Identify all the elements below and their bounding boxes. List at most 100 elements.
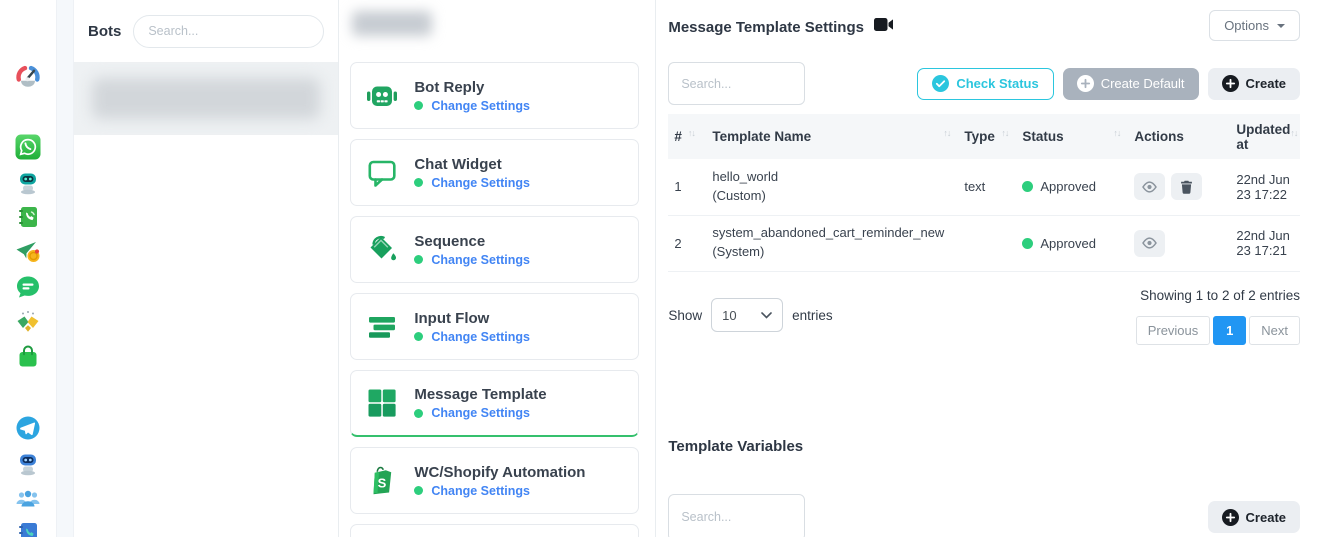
shopping-bag-icon[interactable] xyxy=(15,344,41,370)
create-default-label: Create Default xyxy=(1101,76,1185,91)
redacted-bot-name xyxy=(92,78,320,119)
bots-panel: Bots xyxy=(74,0,339,537)
card-input-flow[interactable]: Input Flow Change Settings xyxy=(350,293,639,360)
sort-icon[interactable]: ↑↓ xyxy=(1001,129,1008,138)
change-settings-link[interactable]: Change Settings xyxy=(431,406,530,420)
table-row: 1 hello_world(Custom) text Approved 22nd… xyxy=(668,159,1300,215)
whatsapp-icon[interactable] xyxy=(15,134,41,160)
table-header-row: #↑↓ Template Name↑↓ Type↑↓ Status↑↓ Acti… xyxy=(668,114,1300,159)
video-camera-icon[interactable] xyxy=(874,18,893,36)
col-status: Status xyxy=(1022,129,1063,144)
sort-icon[interactable]: ↑↓ xyxy=(1290,129,1297,138)
template-variant: (Custom) xyxy=(712,187,950,206)
show-label: Show xyxy=(668,308,702,323)
sort-icon[interactable]: ↑↓ xyxy=(688,129,695,138)
next-page-button[interactable]: Next xyxy=(1249,316,1300,345)
check-status-button[interactable]: Check Status xyxy=(917,68,1053,100)
status-dot xyxy=(414,409,423,418)
settings-card-list: Bot Reply Change Settings Chat Widget Ch… xyxy=(350,62,639,537)
create-button[interactable]: Create xyxy=(1208,68,1300,100)
template-search-input[interactable] xyxy=(668,62,805,105)
change-settings-link[interactable]: Change Settings xyxy=(431,253,530,267)
row-number: 1 xyxy=(668,159,706,215)
view-button[interactable] xyxy=(1134,230,1165,257)
status-dot xyxy=(414,332,423,341)
sort-icon[interactable]: ↑↓ xyxy=(943,129,950,138)
bots-panel-title: Bots xyxy=(88,23,121,40)
col-number: # xyxy=(674,129,682,144)
view-button[interactable] xyxy=(1134,173,1165,200)
options-button[interactable]: Options xyxy=(1209,10,1300,41)
table-row: 2 system_abandoned_cart_reminder_new(Sys… xyxy=(668,215,1300,271)
settings-panel: Bot Reply Change Settings Chat Widget Ch… xyxy=(339,0,656,537)
change-settings-link[interactable]: Change Settings xyxy=(431,330,530,344)
app-window: Bots Bot Reply Change Settings xyxy=(0,0,1317,537)
message-template-icon xyxy=(365,386,399,420)
status-dot xyxy=(1022,181,1033,192)
card-message-template[interactable]: Message Template Change Settings xyxy=(350,370,639,437)
card-sequence[interactable]: Sequence Change Settings xyxy=(350,216,639,283)
page-1-button[interactable]: 1 xyxy=(1213,316,1246,345)
entries-label: entries xyxy=(792,308,833,323)
page-title: Message Template Settings xyxy=(668,19,864,36)
card-bot-reply[interactable]: Bot Reply Change Settings xyxy=(350,62,639,129)
template-variant: (System) xyxy=(712,243,950,262)
template-type: text xyxy=(958,159,1016,215)
chat-widget-icon xyxy=(365,156,399,190)
card-wc-shopify-automation[interactable]: S WC/Shopify Automation Change Settings xyxy=(350,447,639,514)
card-title: Sequence xyxy=(414,233,530,250)
create-label: Create xyxy=(1246,76,1286,91)
create-default-button[interactable]: Create Default xyxy=(1063,68,1199,100)
change-settings-link[interactable]: Change Settings xyxy=(431,484,530,498)
previous-page-button[interactable]: Previous xyxy=(1136,316,1211,345)
status-dot xyxy=(414,255,423,264)
template-type xyxy=(958,215,1016,271)
plus-circle-icon xyxy=(1077,75,1094,92)
status-dot xyxy=(414,178,423,187)
card-title: Bot Reply xyxy=(414,79,530,96)
card-title: Input Flow xyxy=(414,310,530,327)
robot-icon[interactable] xyxy=(15,169,41,195)
contacts-book-icon[interactable] xyxy=(15,204,41,230)
col-type: Type xyxy=(964,129,995,144)
plus-circle-icon xyxy=(1222,509,1239,526)
chat-bubble-icon[interactable] xyxy=(15,274,41,300)
sort-icon[interactable]: ↑↓ xyxy=(1113,129,1120,138)
change-settings-link[interactable]: Change Settings xyxy=(431,99,530,113)
card-title: Message Template xyxy=(414,386,546,403)
sequence-icon xyxy=(365,233,399,267)
telegram-icon[interactable] xyxy=(15,415,41,441)
robot-blue-icon[interactable] xyxy=(15,450,41,476)
check-circle-icon xyxy=(932,75,949,92)
status-label: Approved xyxy=(1040,236,1096,251)
variables-create-button[interactable]: Create xyxy=(1208,501,1300,533)
bots-search-input[interactable] xyxy=(133,15,324,48)
card-partial[interactable] xyxy=(350,524,639,537)
speedometer-icon[interactable] xyxy=(15,64,41,90)
svg-text:S: S xyxy=(378,475,387,490)
bot-reply-icon xyxy=(365,79,399,113)
table-footer: Show 10 entries Showing 1 to 2 of 2 entr… xyxy=(668,286,1300,345)
template-variables-section: Template Variables Create xyxy=(668,438,1300,537)
card-title: WC/Shopify Automation xyxy=(414,464,585,481)
status-dot xyxy=(1022,238,1033,249)
delete-button[interactable] xyxy=(1171,173,1202,200)
eye-icon xyxy=(1142,181,1157,193)
shopify-icon: S xyxy=(365,464,399,498)
pagination: Previous 1 Next xyxy=(1136,316,1300,345)
template-variables-title: Template Variables xyxy=(668,438,1300,455)
collaboration-icon[interactable] xyxy=(15,309,41,335)
templates-table: #↑↓ Template Name↑↓ Type↑↓ Status↑↓ Acti… xyxy=(668,114,1300,272)
eye-icon xyxy=(1142,237,1157,249)
bot-list-item-selected[interactable] xyxy=(74,62,338,135)
paper-plane-coin-icon[interactable] xyxy=(15,239,41,265)
contacts-book-blue-icon[interactable] xyxy=(15,520,41,537)
change-settings-link[interactable]: Change Settings xyxy=(431,176,530,190)
updated-at: 22nd Jun 23 17:22 xyxy=(1230,159,1300,215)
page-size-select[interactable]: 10 xyxy=(711,298,783,332)
variables-search-input[interactable] xyxy=(668,494,805,537)
status-dot xyxy=(414,486,423,495)
plus-circle-icon xyxy=(1222,75,1239,92)
card-chat-widget[interactable]: Chat Widget Change Settings xyxy=(350,139,639,206)
team-icon[interactable] xyxy=(15,485,41,511)
